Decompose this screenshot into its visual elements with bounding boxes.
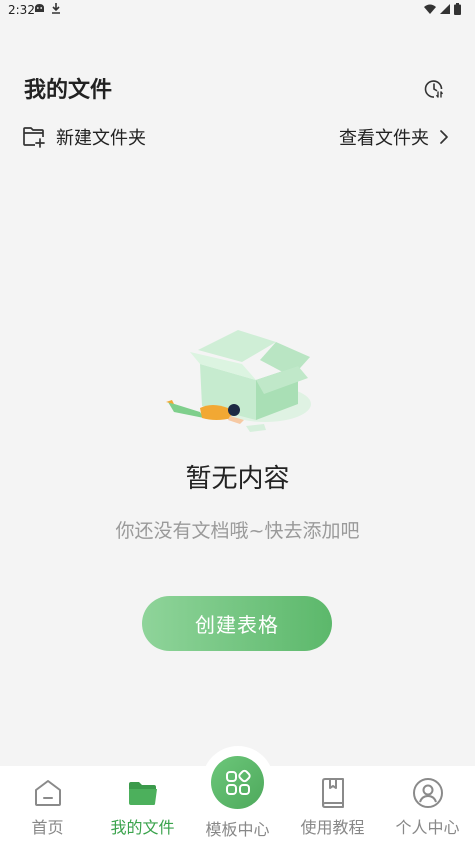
nav-item-my-files[interactable]: 我的文件 [95, 766, 190, 844]
clock-history-icon [424, 80, 443, 98]
history-button[interactable] [423, 78, 445, 100]
nav-item-home[interactable]: 首页 [0, 766, 95, 844]
status-time: 2:32 [8, 3, 35, 17]
chevron-right-icon [440, 130, 448, 144]
nav-label-templates: 模板中心 [205, 820, 270, 839]
nav-label-home: 首页 [31, 818, 64, 837]
page-title: 我的文件 [24, 78, 113, 103]
create-sheet-button[interactable]: 创建表格 [142, 596, 332, 651]
view-folder-link[interactable]: 查看文件夹 [339, 124, 449, 150]
nav-item-templates[interactable] [211, 756, 264, 809]
folder-toolbar: 新建文件夹 查看文件夹 [0, 124, 475, 154]
nav-label-tutorial: 使用教程 [300, 818, 365, 837]
signal-icon [440, 4, 450, 14]
nav-label-my-files: 我的文件 [110, 818, 175, 837]
user-icon [412, 778, 443, 808]
android-icon [35, 4, 44, 12]
new-folder-label: 新建文件夹 [56, 128, 146, 149]
home-icon [34, 780, 61, 806]
nav-item-tutorial[interactable]: 使用教程 [285, 766, 380, 844]
status-bar: 2:32 [0, 0, 475, 20]
status-left-icons [34, 3, 61, 14]
empty-box-illustration [166, 330, 311, 432]
book-icon [321, 778, 344, 808]
view-folder-label: 查看文件夹 [339, 128, 429, 149]
folder-icon [128, 782, 157, 805]
nav-item-profile[interactable]: 个人中心 [380, 766, 475, 844]
download-icon [52, 3, 60, 14]
grid-icon [225, 769, 251, 795]
nav-label-profile: 个人中心 [395, 818, 460, 837]
empty-state-title: 暂无内容 [185, 464, 290, 494]
folder-add-icon [23, 127, 45, 148]
status-right-icons [424, 3, 461, 15]
wifi-icon [424, 4, 436, 14]
new-folder-button[interactable]: 新建文件夹 [22, 124, 146, 150]
battery-icon [454, 3, 461, 15]
empty-state-subtitle: 你还没有文档哦~快去添加吧 [115, 520, 360, 542]
